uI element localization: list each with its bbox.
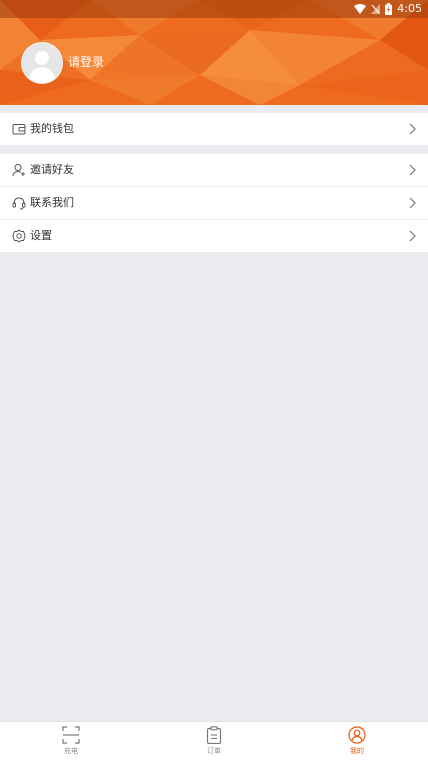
headset-icon <box>12 197 26 210</box>
tab-mine[interactable]: 我的 <box>286 722 428 761</box>
wifi-icon <box>354 4 367 14</box>
menu-item-label: 设置 <box>30 229 52 242</box>
chevron-right-icon <box>409 230 416 242</box>
tab-label: 充电 <box>64 747 78 755</box>
bottom-tab-bar: 充电 订单 我的 <box>0 721 428 761</box>
tab-label: 我的 <box>350 747 364 755</box>
gear-icon <box>12 229 26 243</box>
menu-item-label: 我的钱包 <box>30 122 74 135</box>
tab-label: 订单 <box>207 747 221 755</box>
more-section: 邀请好友 联系我们 设置 <box>0 154 428 252</box>
tab-orders[interactable]: 订单 <box>143 722 285 761</box>
avatar[interactable] <box>21 42 63 84</box>
menu-item-settings[interactable]: 设置 <box>0 219 428 252</box>
menu-item-contact[interactable]: 联系我们 <box>0 186 428 219</box>
scan-icon <box>62 726 80 744</box>
wallet-section: 我的钱包 <box>0 113 428 145</box>
menu-item-invite[interactable]: 邀请好友 <box>0 154 428 186</box>
chevron-right-icon <box>409 123 416 135</box>
no-signal-icon <box>371 4 381 14</box>
status-time: 4:05 <box>397 2 422 15</box>
default-avatar-icon <box>22 43 62 83</box>
user-circle-icon <box>348 726 366 744</box>
menu-item-label: 联系我们 <box>30 196 74 209</box>
chevron-right-icon <box>409 197 416 209</box>
status-bar: 4:05 <box>0 0 428 18</box>
profile-header: 4:05 请登录 <box>0 0 428 105</box>
battery-icon <box>385 3 393 15</box>
tab-charge[interactable]: 充电 <box>0 722 142 761</box>
clipboard-icon <box>206 726 222 744</box>
wallet-icon <box>12 124 26 135</box>
menu-item-label: 邀请好友 <box>30 163 74 176</box>
add-user-icon <box>12 164 25 177</box>
chevron-right-icon <box>409 164 416 176</box>
menu-item-wallet[interactable]: 我的钱包 <box>0 113 428 145</box>
login-link[interactable]: 请登录 <box>68 54 104 70</box>
